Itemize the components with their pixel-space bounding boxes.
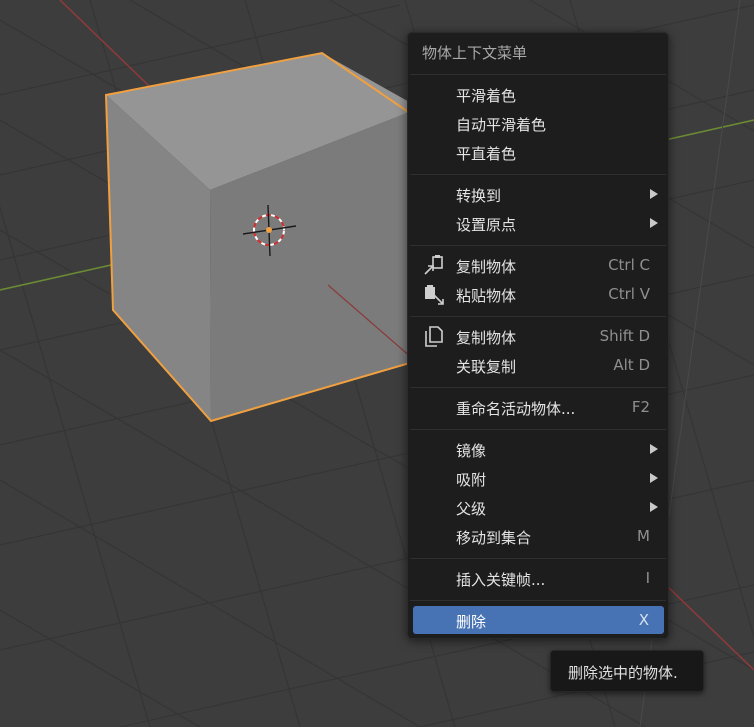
menu-item-shortcut: Ctrl V [608,285,650,303]
menu-item-shortcut: I [645,569,650,587]
menu-separator [410,387,666,388]
cube-object[interactable] [104,51,421,423]
menu-item-duplicate-objects[interactable]: 复制物体 Shift D [412,322,664,350]
object-context-menu[interactable]: 物体上下文菜单 平滑着色 自动平滑着色 平直着色 转换到 设置原点 复制物体 C… [407,32,669,639]
menu-item-label: 镜像 [456,442,487,460]
menu-separator [410,558,666,559]
menu-item-duplicate-linked[interactable]: 关联复制 Alt D [412,351,664,379]
menu-item-flat-shading[interactable]: 平直着色 [412,138,664,166]
menu-item-label: 自动平滑着色 [456,116,547,134]
menu-item-label: 删除 [456,613,487,631]
menu-item-mirror[interactable]: 镜像 [412,435,664,463]
menu-item-shortcut: Ctrl C [608,256,650,274]
menu-item-shortcut: X [638,611,649,629]
menu-separator [410,245,666,246]
menu-separator [410,600,666,601]
menu-item-move-to-collection[interactable]: 移动到集合 M [412,522,664,550]
menu-item-label: 平滑着色 [456,87,517,105]
menu-separator [410,174,666,175]
menu-item-copy-objects[interactable]: 复制物体 Ctrl C [412,251,664,279]
menu-item-label: 吸附 [456,471,487,489]
menu-title: 物体上下文菜单 [422,44,528,62]
menu-item-label: 转换到 [456,187,502,205]
submenu-arrow-icon [650,189,658,199]
menu-item-label: 复制物体 [456,258,517,276]
paste-from-buffer-icon [425,285,444,305]
menu-item-snap[interactable]: 吸附 [412,464,664,492]
menu-separator [410,429,666,430]
duplicate-icon [425,326,443,347]
menu-item-label: 关联复制 [456,358,517,376]
submenu-arrow-icon [650,473,658,483]
menu-item-label: 重命名活动物体... [456,400,576,418]
menu-item-delete[interactable]: 删除 X [413,606,664,634]
menu-separator [410,74,666,75]
menu-item-insert-keyframe[interactable]: 插入关键帧... I [412,564,664,592]
menu-item-label: 插入关键帧... [456,571,546,589]
menu-item-parent[interactable]: 父级 [412,493,664,521]
submenu-arrow-icon [650,218,658,228]
copy-to-buffer-icon [424,255,443,275]
menu-item-auto-smooth[interactable]: 自动平滑着色 [412,109,664,137]
menu-item-label: 复制物体 [456,329,517,347]
menu-item-shortcut: Alt D [613,356,650,374]
menu-item-shortcut: F2 [631,398,650,416]
menu-item-paste-objects[interactable]: 粘贴物体 Ctrl V [412,280,664,308]
menu-separator [410,316,666,317]
menu-item-label: 父级 [456,500,487,518]
tooltip: 删除选中的物体. [550,650,704,692]
menu-item-label: 粘贴物体 [456,287,517,305]
menu-item-smooth-shading[interactable]: 平滑着色 [412,80,664,108]
menu-item-convert-to[interactable]: 转换到 [412,180,664,208]
menu-item-set-origin[interactable]: 设置原点 [412,209,664,237]
tooltip-text: 删除选中的物体. [568,664,678,682]
submenu-arrow-icon [650,444,658,454]
menu-item-label: 移动到集合 [456,529,532,547]
menu-item-rename-active[interactable]: 重命名活动物体... F2 [412,393,664,421]
menu-item-label: 平直着色 [456,145,517,163]
menu-item-shortcut: M [637,527,650,545]
menu-item-label: 设置原点 [456,216,517,234]
menu-item-shortcut: Shift D [599,327,650,345]
submenu-arrow-icon [650,502,658,512]
